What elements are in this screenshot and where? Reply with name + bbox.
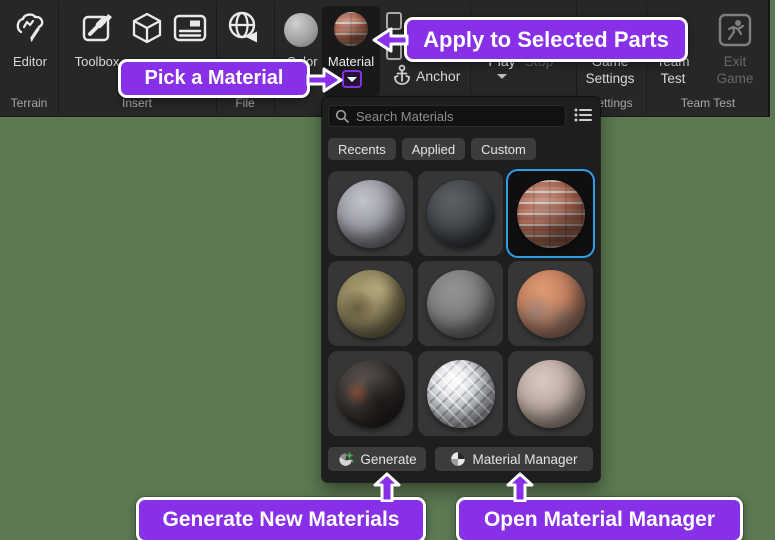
search-materials-box[interactable]	[328, 105, 566, 127]
diamond-plate-material-sphere	[427, 360, 495, 428]
group-label-file: File	[216, 96, 274, 112]
material-dropdown-caret[interactable]	[342, 70, 362, 88]
callout-open-manager: Open Material Manager	[456, 497, 743, 540]
callout-pick-material: Pick a Material	[118, 59, 310, 98]
material-tile-sand[interactable]	[508, 351, 593, 436]
exit-game-icon[interactable]	[716, 11, 754, 49]
generate-button-label: Generate	[360, 452, 416, 467]
material-manager-button[interactable]: Material Manager	[435, 447, 593, 471]
anchor-icon[interactable]	[392, 64, 412, 86]
screenshot-root: Terrain Insert File Settings Team Test E…	[0, 0, 775, 540]
material-tile-cobblestone[interactable]	[328, 261, 413, 346]
material-tile-diamond-plate[interactable]	[418, 351, 503, 436]
group-label-insert: Insert	[58, 96, 216, 112]
toolbox-icon[interactable]	[80, 10, 114, 44]
search-icon	[335, 109, 349, 123]
callout-arrow-up-icon	[504, 472, 536, 502]
material-tile-fabric[interactable]	[328, 171, 413, 256]
ui-card-icon[interactable]	[173, 14, 207, 42]
sand-material-sphere	[517, 360, 585, 428]
chevron-down-icon	[347, 77, 357, 82]
cobblestone-material-sphere	[337, 270, 405, 338]
generate-button[interactable]: Generate	[328, 447, 426, 471]
material-tile-slate[interactable]	[418, 171, 503, 256]
slate-material-sphere	[427, 180, 495, 248]
filter-chip-custom[interactable]: Custom	[471, 138, 536, 160]
editor-button[interactable]: Editor	[2, 54, 58, 69]
callout-generate-new: Generate New Materials	[136, 497, 426, 540]
material-grid	[328, 171, 593, 436]
fabric-material-sphere	[337, 180, 405, 248]
filter-chips: Recents Applied Custom	[328, 138, 536, 160]
material-tile-brick[interactable]	[508, 171, 593, 256]
material-tile-concrete[interactable]	[418, 261, 503, 346]
material-tile-basalt[interactable]	[328, 351, 413, 436]
callout-arrow-up-icon	[371, 472, 403, 502]
concrete-material-sphere	[427, 270, 495, 338]
callout-arrow-right-icon	[306, 66, 344, 94]
exit-game-button[interactable]: Exit Game	[712, 53, 758, 87]
search-materials-input[interactable]	[354, 108, 559, 125]
material-picker-panel: Recents Applied Custom Generate	[322, 97, 600, 482]
callout-arrow-left-icon	[371, 26, 409, 54]
material-sphere-icon	[450, 451, 466, 467]
anchor-button[interactable]: Anchor	[416, 68, 468, 84]
group-label-team-test: Team Test	[646, 96, 770, 112]
part-cube-icon[interactable]	[129, 11, 165, 45]
color-sphere-icon[interactable]	[284, 13, 318, 47]
material-tile-corroded-metal[interactable]	[508, 261, 593, 346]
basalt-material-sphere	[337, 360, 405, 428]
play-dropdown-caret[interactable]	[497, 74, 507, 79]
generate-sparkle-icon	[337, 451, 354, 468]
list-view-icon[interactable]	[574, 107, 592, 123]
group-label-terrain: Terrain	[0, 96, 58, 112]
material-manager-label: Material Manager	[472, 452, 577, 467]
corroded-metal-material-sphere	[517, 270, 585, 338]
callout-apply-selected: Apply to Selected Parts	[404, 17, 688, 62]
filter-chip-recents[interactable]: Recents	[328, 138, 396, 160]
globe-import-icon[interactable]	[226, 10, 264, 46]
brick-material-sphere	[517, 180, 585, 248]
material-brick-sphere-icon[interactable]	[334, 12, 368, 46]
terrain-editor-icon[interactable]	[14, 10, 48, 46]
filter-chip-applied[interactable]: Applied	[402, 138, 465, 160]
